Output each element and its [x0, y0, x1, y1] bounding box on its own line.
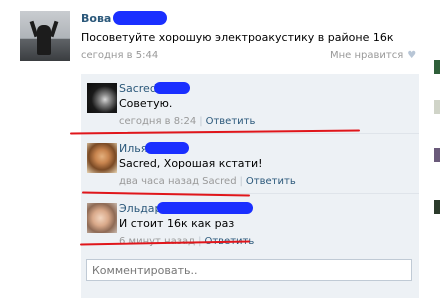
thumbnail[interactable] — [434, 148, 440, 162]
thumbnail[interactable] — [434, 60, 440, 74]
like-label: Мне нравится — [330, 50, 404, 61]
reply-author-name[interactable]: Sacred — [119, 82, 157, 95]
reply-button[interactable]: Ответить — [246, 176, 296, 187]
thumbnail[interactable] — [434, 100, 440, 114]
reply-avatar[interactable] — [87, 83, 117, 113]
reply-item: Илья Sacred, Хорошая кстати! два часа на… — [81, 134, 419, 194]
heart-icon: ♥ — [407, 50, 417, 61]
reply-meta: сегодня в 8:24 | Ответить — [119, 116, 255, 127]
reply-author-name[interactable]: Эльдар — [119, 202, 162, 215]
page-edge-thumbnails — [430, 0, 440, 298]
post-time[interactable]: сегодня в 5:44 — [81, 50, 158, 61]
reply-author-name[interactable]: Илья — [119, 142, 147, 155]
reply-button[interactable]: Ответить — [206, 116, 256, 127]
meta-separator: | — [199, 116, 203, 127]
meta-separator: | — [239, 176, 243, 187]
reply-item: Sacred Советую. сегодня в 8:24 | Ответить — [81, 74, 419, 134]
wall-post: Вова Посоветуйте хорошую электроакустику… — [0, 0, 440, 298]
post-text: Посоветуйте хорошую электроакустику в ра… — [81, 31, 394, 44]
redacted-surname — [113, 11, 167, 25]
thumbnail[interactable] — [434, 200, 440, 214]
reply-meta: два часа назад Sacred | Ответить — [119, 176, 296, 187]
like-button[interactable]: Мне нравится ♥ — [330, 50, 416, 61]
reply-item: Эльдар И стоит 16к как раз 6 минут назад… — [81, 194, 419, 254]
reply-avatar[interactable] — [87, 203, 117, 233]
avatar-figure — [37, 25, 51, 55]
reply-text: Sacred, Хорошая кстати! — [119, 157, 263, 170]
redacted-surname — [145, 142, 189, 154]
post-author-avatar[interactable] — [20, 11, 70, 61]
reply-text: И стоит 16к как раз — [119, 217, 235, 230]
comment-input[interactable]: Комментировать.. — [86, 259, 412, 281]
reply-to-name[interactable]: Sacred — [202, 176, 236, 187]
redacted-surname — [157, 202, 253, 214]
reply-time[interactable]: сегодня в 8:24 — [119, 116, 196, 127]
reply-avatar[interactable] — [87, 143, 117, 173]
redacted-surname — [154, 82, 190, 94]
reply-text: Советую. — [119, 97, 173, 110]
reply-time[interactable]: два часа назад — [119, 176, 199, 187]
post-author-name[interactable]: Вова — [81, 12, 111, 25]
